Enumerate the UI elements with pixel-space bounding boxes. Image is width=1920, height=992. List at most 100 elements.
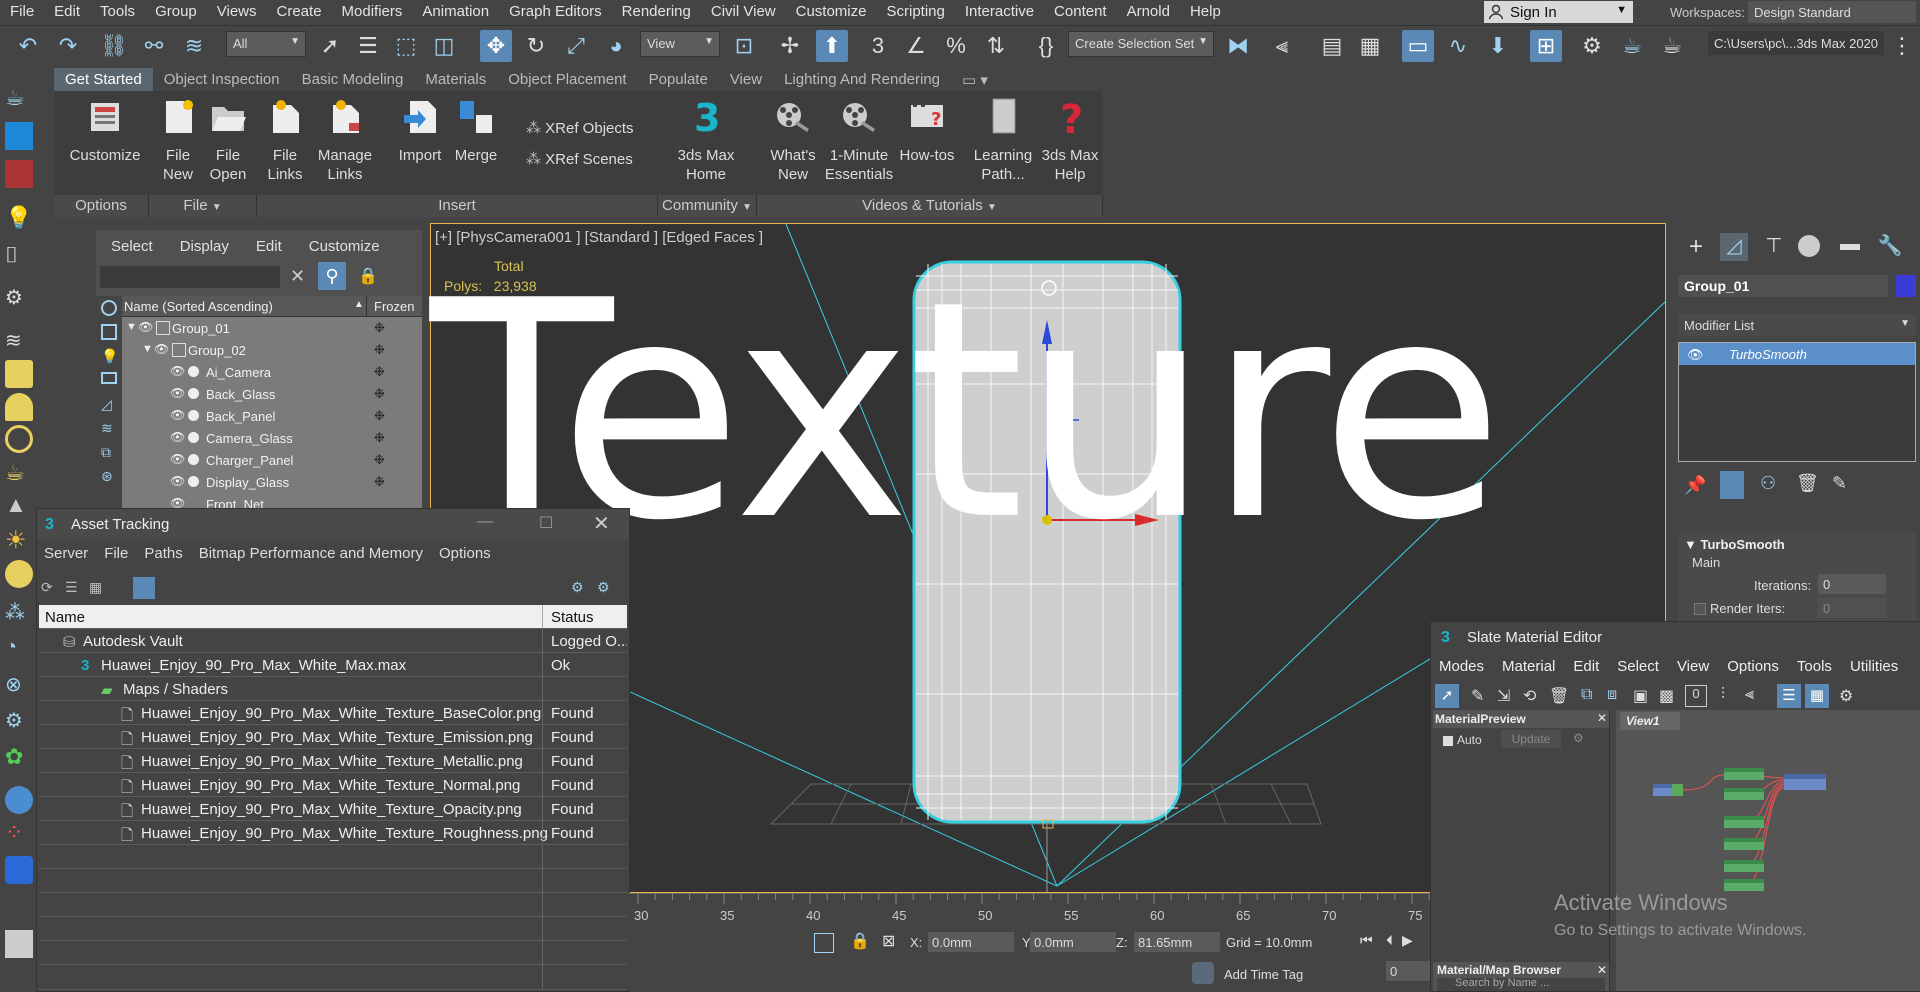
light-icon[interactable]: 💡 bbox=[5, 205, 33, 233]
display-xrefs-icon[interactable]: ⊛ bbox=[101, 468, 113, 485]
sphere-icon[interactable] bbox=[5, 560, 33, 588]
freeze-icon[interactable]: ❉ bbox=[374, 452, 385, 468]
tab-object-inspection[interactable]: Object Inspection bbox=[153, 68, 291, 91]
import-button[interactable]: Import bbox=[394, 97, 446, 165]
play-icon[interactable]: ▶ bbox=[1402, 932, 1413, 949]
xref-objects-button[interactable]: ⁂ XRef Objects bbox=[526, 119, 634, 137]
explorer-row[interactable]: 👁 Camera_Glass ❉ bbox=[122, 427, 422, 450]
explorer-row[interactable]: 👁 Ai_Camera ❉ bbox=[122, 361, 422, 384]
show-background-icon[interactable]: ▩ bbox=[1659, 686, 1674, 706]
align-icon[interactable]: ⫷ bbox=[1266, 30, 1298, 62]
file-open-button[interactable]: File Open bbox=[204, 97, 252, 184]
configure-modifier-sets-icon[interactable]: ✎ bbox=[1832, 473, 1847, 494]
menu-modifiers[interactable]: Modifiers bbox=[332, 0, 413, 25]
freeze-icon[interactable]: ❉ bbox=[374, 342, 385, 358]
tab-view[interactable]: View bbox=[719, 68, 773, 91]
delete-icon[interactable]: 🗑 bbox=[1549, 686, 1569, 706]
asset-menu-bitmap-performance[interactable]: Bitmap Performance and Memory bbox=[192, 545, 432, 567]
manage-links-button[interactable]: Manage Links bbox=[314, 97, 376, 184]
menu-scripting[interactable]: Scripting bbox=[876, 0, 954, 25]
material-sphere-icon[interactable] bbox=[5, 786, 33, 814]
eye-icon[interactable]: 👁 bbox=[170, 408, 185, 422]
explorer-menu-edit[interactable]: Edit bbox=[241, 230, 294, 256]
dynamics-icon[interactable]: ◔ bbox=[5, 636, 33, 664]
table-row[interactable]: 3 Huawei_Enjoy_90_Pro_Max_White_Max.max … bbox=[39, 653, 627, 677]
customize-button[interactable]: Customize bbox=[62, 97, 148, 165]
minimize-icon[interactable]: — bbox=[477, 513, 493, 531]
create-tab-icon[interactable]: + bbox=[1682, 233, 1710, 261]
maximize-icon[interactable]: ☐ bbox=[539, 513, 553, 533]
pick-material-icon[interactable]: ✎ bbox=[1471, 686, 1484, 706]
menu-civil-view[interactable]: Civil View bbox=[701, 0, 786, 25]
select-by-name-icon[interactable]: ☰ bbox=[352, 30, 384, 62]
explorer-menu-customize[interactable]: Customize bbox=[294, 230, 392, 256]
thumbnail-view-icon[interactable]: ▦ bbox=[89, 579, 107, 597]
ribbon-group-file[interactable]: File ▼ bbox=[149, 195, 257, 217]
menu-create[interactable]: Create bbox=[267, 0, 332, 25]
explorer-row[interactable]: 👁 Back_Panel ❉ bbox=[122, 405, 422, 428]
eye-icon[interactable]: 👁 bbox=[170, 474, 185, 488]
hierarchy-tab-icon[interactable]: ⊤ bbox=[1760, 233, 1788, 261]
angle-snap-icon[interactable]: ∠ bbox=[900, 30, 932, 62]
goto-start-icon[interactable]: ⏮ bbox=[1360, 932, 1373, 949]
gear-icon[interactable]: ⚙ bbox=[5, 708, 33, 736]
render-setup-icon[interactable]: ☕ bbox=[1616, 30, 1648, 62]
eye-icon[interactable]: 👁 bbox=[154, 342, 169, 356]
lock-icon[interactable]: 🔒 bbox=[850, 931, 870, 951]
menu-edit[interactable]: Edit bbox=[44, 0, 90, 25]
options-icon[interactable]: ⚙ bbox=[1573, 731, 1584, 745]
table-row[interactable]: ⛁ Autodesk Vault Logged O... bbox=[39, 629, 627, 653]
menu-interactive[interactable]: Interactive bbox=[955, 0, 1044, 25]
move-children-icon[interactable]: ⧉ bbox=[1581, 686, 1592, 704]
show-map-icon[interactable]: ▣ bbox=[1633, 686, 1648, 706]
whats-new-button[interactable]: What's New bbox=[764, 97, 822, 184]
camera-icon[interactable]: ⌷ bbox=[5, 242, 33, 270]
object-name-field[interactable]: Group_01 bbox=[1678, 275, 1888, 297]
explorer-row[interactable]: ▼ 👁 Group_02 ❉ bbox=[122, 339, 422, 362]
current-frame-field[interactable]: 0 bbox=[1386, 961, 1430, 981]
sun-icon[interactable]: ☀ bbox=[5, 526, 33, 554]
iterations-spinner[interactable]: 0 bbox=[1818, 574, 1886, 594]
tab-lighting-and-rendering[interactable]: Lighting And Rendering bbox=[773, 68, 951, 91]
toggle-ribbon-icon[interactable]: ▭ bbox=[1402, 30, 1434, 62]
keyboard-shortcut-override-icon[interactable]: ⬆ bbox=[816, 30, 848, 62]
spacewarp-icon[interactable]: ≋ bbox=[5, 328, 33, 356]
select-place-icon[interactable]: ◕ bbox=[600, 30, 632, 62]
display-none-icon[interactable] bbox=[101, 300, 117, 316]
asset-menu-file[interactable]: File bbox=[97, 545, 137, 567]
explorer-row[interactable]: 👁 Charger_Panel ❉ bbox=[122, 449, 422, 472]
reference-coord-select[interactable]: View ▼ bbox=[640, 31, 720, 57]
slate-menu-select[interactable]: Select bbox=[1609, 658, 1669, 680]
select-scale-icon[interactable]: ⤢ bbox=[560, 30, 592, 62]
asset-menu-server[interactable]: Server bbox=[37, 545, 97, 567]
sample-slots-field[interactable]: 0 bbox=[1685, 685, 1707, 707]
explorer-search-input[interactable] bbox=[100, 266, 280, 288]
ribbon-group-videos[interactable]: Videos & Tutorials ▼ bbox=[757, 195, 1103, 217]
refresh-icon[interactable]: ⟳ bbox=[41, 579, 59, 597]
foliage-icon[interactable]: ✿ bbox=[5, 744, 33, 772]
ribbon-group-community[interactable]: Community ▼ bbox=[658, 195, 757, 217]
spinner-snap-icon[interactable]: ⇅ bbox=[980, 30, 1012, 62]
table-row[interactable]: 🗋 Huawei_Enjoy_90_Pro_Max_White_Texture_… bbox=[39, 821, 627, 845]
menu-views[interactable]: Views bbox=[207, 0, 267, 25]
table-row[interactable]: 🗋 Huawei_Enjoy_90_Pro_Max_White_Texture_… bbox=[39, 701, 627, 725]
layout-children-icon[interactable]: ⫷ bbox=[1745, 686, 1754, 704]
render-iters-spinner[interactable]: 0 bbox=[1818, 598, 1886, 618]
expand-icon[interactable]: ▼ bbox=[126, 321, 137, 333]
reset-material-icon[interactable]: ⟲ bbox=[1523, 686, 1536, 706]
select-tool-icon[interactable]: ➚ bbox=[1435, 684, 1459, 708]
curve-editor-icon[interactable]: ∿ bbox=[1442, 30, 1474, 62]
ribbon-options-icon[interactable]: ▭ ▾ bbox=[951, 68, 999, 91]
eye-icon[interactable]: 👁 bbox=[170, 430, 185, 444]
slate-menu-edit[interactable]: Edit bbox=[1565, 658, 1609, 680]
object-color-swatch[interactable] bbox=[1896, 275, 1916, 297]
select-object-icon[interactable]: ➚ bbox=[314, 30, 346, 62]
time-ruler[interactable]: 30 35 40 45 50 55 60 65 70 75 bbox=[628, 893, 1430, 924]
eye-icon[interactable]: 👁 bbox=[170, 364, 185, 378]
freeze-icon[interactable]: ❉ bbox=[374, 430, 385, 446]
max-help-button[interactable]: ? 3ds Max Help bbox=[1038, 97, 1102, 184]
slate-menu-options[interactable]: Options bbox=[1719, 658, 1789, 680]
update-button[interactable]: Update bbox=[1501, 730, 1561, 748]
menu-animation[interactable]: Animation bbox=[412, 0, 499, 25]
teapot-primitive-icon[interactable]: ☕ bbox=[5, 460, 33, 488]
